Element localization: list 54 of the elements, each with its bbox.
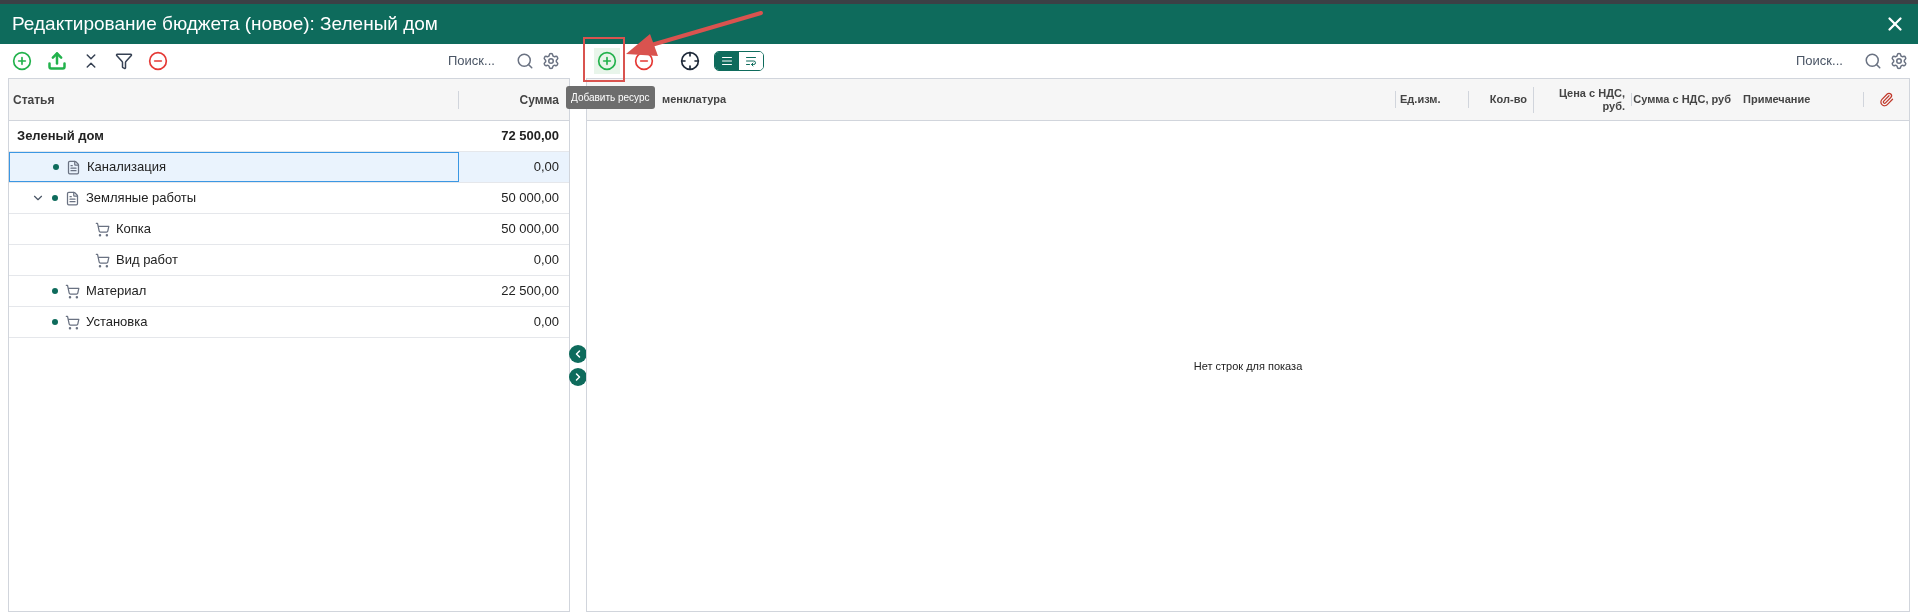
tree-label: Копка — [116, 220, 152, 239]
amount-cell-text: 22 500,00 — [500, 282, 560, 301]
cart-icon — [65, 283, 80, 299]
tree-row[interactable]: Копка 50 000,00 — [9, 214, 569, 245]
column-header[interactable]: Статья — [9, 90, 459, 109]
column-header[interactable]: Сумма — [459, 90, 569, 109]
tree-row[interactable]: Вид работ 0,00 — [9, 245, 569, 276]
window-title: Редактирование бюджета (новое): Зеленый дом — [12, 11, 438, 36]
tree-row[interactable]: Земляные работы 50 000,00 — [9, 183, 569, 214]
column-header[interactable]: Кол-во — [1468, 91, 1533, 108]
list-view-button[interactable] — [715, 52, 739, 70]
cart-icon — [95, 221, 110, 237]
upload-icon[interactable] — [47, 51, 67, 71]
amount-cell-text: 0,00 — [532, 251, 560, 270]
search-icon[interactable] — [1864, 52, 1882, 70]
settings-icon[interactable] — [542, 52, 560, 70]
tree-row[interactable]: Установка 0,00 — [9, 307, 569, 338]
locate-icon[interactable] — [680, 51, 700, 71]
tree-label: Канализация — [87, 158, 166, 177]
amount-cell-text: 72 500,00 — [500, 127, 560, 146]
attachment-icon[interactable] — [1879, 92, 1894, 107]
expand-right-button[interactable] — [569, 367, 587, 386]
column-header[interactable]: Сумма с НДС, руб — [1631, 93, 1737, 106]
tooltip: Добавить ресурс — [566, 86, 655, 109]
search-icon[interactable] — [516, 52, 534, 70]
search-field[interactable]: Поиск... — [448, 51, 508, 71]
column-header[interactable]: Примечание — [1737, 91, 1863, 108]
wrap-icon — [745, 55, 757, 67]
settings-icon[interactable] — [1890, 52, 1908, 70]
amount-cell-text: 50 000,00 — [500, 220, 560, 239]
amount-cell-text: 0,00 — [532, 313, 560, 332]
tree-label: Земляные работы — [86, 189, 197, 208]
amount-cell-text: 0,00 — [532, 158, 560, 177]
remove-icon[interactable] — [148, 51, 168, 71]
column-header[interactable]: Цена с НДС, руб. — [1533, 86, 1631, 113]
cart-icon — [95, 252, 110, 268]
document-icon — [66, 159, 81, 175]
lines-icon — [721, 55, 733, 67]
add-icon[interactable] — [12, 51, 32, 71]
tree-row[interactable]: Материал 22 500,00 — [9, 276, 569, 307]
tree-row[interactable]: Канализация 0,00 — [9, 152, 569, 183]
tree-label: Вид работ — [116, 251, 178, 270]
tree-label: Установка — [86, 313, 148, 332]
collapse-left-button[interactable] — [569, 344, 587, 363]
search-field[interactable]: Поиск... — [1796, 51, 1856, 71]
cart-icon — [65, 314, 80, 330]
column-header[interactable]: Ед.изм. — [1395, 91, 1468, 108]
tree-label: Материал — [86, 282, 147, 301]
filter-icon[interactable] — [115, 52, 133, 70]
tree-label: Зеленый дом — [17, 127, 104, 146]
empty-message: Нет строк для показа — [1193, 358, 1303, 374]
highlight-frame — [583, 37, 625, 82]
document-icon — [65, 190, 80, 206]
amount-cell-text: 50 000,00 — [500, 189, 560, 208]
